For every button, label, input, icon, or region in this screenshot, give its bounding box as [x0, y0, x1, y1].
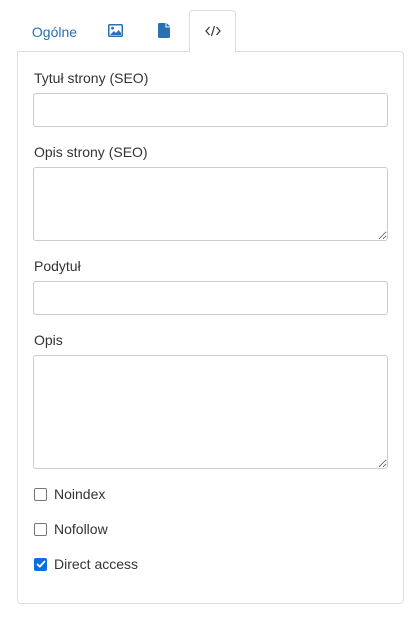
noindex-checkbox[interactable] — [34, 487, 47, 501]
checkmark-icon — [35, 560, 46, 568]
tab-general[interactable]: Ogólne — [17, 10, 92, 52]
tab-bar: Ogólne — [17, 10, 236, 53]
seo-title-input[interactable] — [33, 93, 388, 127]
seo-panel: Tytuł strony (SEO) Opis strony (SEO) Pod… — [17, 51, 404, 604]
nofollow-option[interactable]: Nofollow — [34, 521, 108, 537]
image-icon — [108, 23, 123, 40]
tab-general-label: Ogólne — [31, 23, 78, 40]
nofollow-label: Nofollow — [54, 521, 108, 537]
direct-access-label: Direct access — [54, 556, 139, 572]
noindex-label: Noindex — [54, 486, 106, 502]
tab-code[interactable] — [189, 10, 236, 53]
file-icon — [158, 22, 170, 41]
seo-title-label: Tytuł strony (SEO) — [34, 70, 149, 86]
subtitle-label: Podytuł — [34, 258, 81, 274]
noindex-option[interactable]: Noindex — [34, 486, 105, 502]
tab-images[interactable] — [92, 10, 139, 52]
nofollow-checkbox[interactable] — [34, 522, 47, 536]
description-label: Opis — [34, 332, 63, 348]
tab-files[interactable] — [139, 10, 189, 52]
seo-description-label: Opis strony (SEO) — [34, 144, 148, 160]
description-textarea[interactable] — [33, 355, 388, 469]
seo-description-textarea[interactable] — [33, 167, 388, 241]
code-icon — [204, 24, 221, 40]
direct-access-option[interactable]: Direct access — [34, 556, 138, 572]
subtitle-input[interactable] — [33, 281, 388, 315]
direct-access-checkbox[interactable] — [34, 557, 47, 571]
